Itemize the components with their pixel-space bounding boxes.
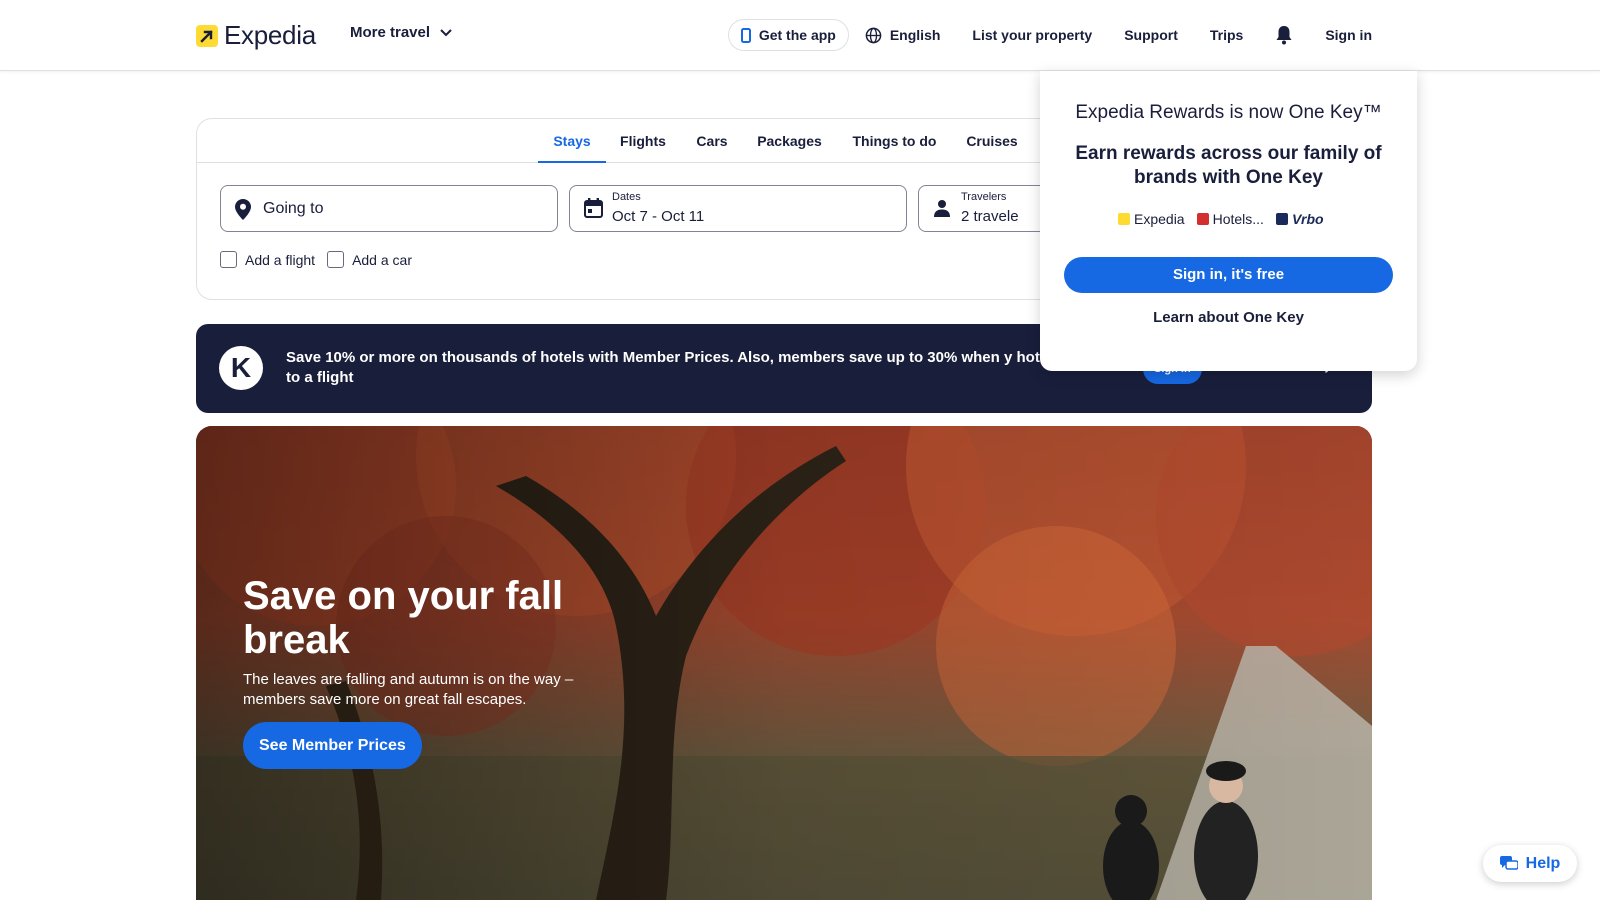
trips-link[interactable]: Trips <box>1210 27 1243 43</box>
get-app-button[interactable]: Get the app <box>727 19 849 51</box>
top-header: Expedia More travel Get the app English … <box>0 0 1600 71</box>
vrbo-brand-icon <box>1275 213 1288 225</box>
travelers-value: 2 travele <box>961 208 1019 225</box>
popup-sign-in-button[interactable]: Sign in, it's free <box>1064 257 1393 293</box>
hotels-brand-icon <box>1196 213 1209 225</box>
header-nav: Get the app English List your property S… <box>727 19 1372 51</box>
language-label: English <box>889 27 941 43</box>
add-ons: Add a flight Add a car <box>220 251 424 268</box>
more-travel-menu[interactable]: More travel <box>350 24 452 41</box>
calendar-icon <box>584 198 603 218</box>
more-travel-label: More travel <box>350 24 431 41</box>
dates-field[interactable]: Dates Oct 7 - Oct 11 <box>569 185 907 232</box>
brand-name: Expedia <box>224 20 316 50</box>
sign-in-link[interactable]: Sign in <box>1325 27 1372 43</box>
brand-logos: Expedia Hotels... Vrbo <box>1118 211 1324 227</box>
expedia-logo[interactable]: Expedia <box>196 20 316 51</box>
add-flight-label: Add a flight <box>245 251 316 268</box>
hero-section: Save on your fall break The leaves are f… <box>196 426 1372 900</box>
chat-bubbles-icon <box>1499 856 1518 870</box>
checkbox-box <box>220 251 237 268</box>
notifications-bell[interactable] <box>1275 25 1293 45</box>
travelers-label: Travelers <box>961 191 1007 203</box>
hero-subtitle: The leaves are falling and autumn is on … <box>243 671 574 708</box>
one-key-logo-icon: K <box>219 346 263 390</box>
brand-hotels-label: Hotels... <box>1212 211 1264 227</box>
checkbox-box <box>327 251 345 268</box>
popup-learn-link[interactable]: Learn about One Key <box>1040 309 1417 326</box>
tab-things-to-do[interactable]: Things to do <box>847 119 942 163</box>
dates-label: Dates <box>612 191 641 203</box>
chevron-down-icon <box>440 28 452 36</box>
popup-subtitle: Earn rewards across our family of brands… <box>1075 143 1382 188</box>
hero-title: Save on your fall break <box>243 574 564 662</box>
brand-hotels: Hotels... <box>1196 211 1264 227</box>
tab-stays[interactable]: Stays <box>538 119 606 163</box>
support-link[interactable]: Support <box>1124 27 1178 43</box>
going-to-field[interactable]: Going to <box>220 185 558 232</box>
brand-expedia: Expedia <box>1118 211 1185 227</box>
tab-packages[interactable]: Packages <box>752 119 827 163</box>
bell-icon <box>1276 26 1292 45</box>
location-pin-icon <box>235 199 251 220</box>
help-label: Help <box>1525 854 1561 872</box>
add-car-label: Add a car <box>352 251 412 268</box>
tab-cars[interactable]: Cars <box>692 119 732 163</box>
one-key-popup: Expedia Rewards is now One Key™ Earn rew… <box>1040 71 1417 371</box>
list-property-link[interactable]: List your property <box>972 27 1092 43</box>
tab-flights[interactable]: Flights <box>615 119 671 163</box>
brand-vrbo-label: Vrbo <box>1291 211 1324 227</box>
add-flight-checkbox[interactable]: Add a flight <box>220 251 315 268</box>
brand-expedia-label: Expedia <box>1134 211 1185 227</box>
person-icon <box>934 200 950 217</box>
globe-icon <box>865 27 882 43</box>
brand-vrbo: Vrbo <box>1275 211 1324 227</box>
see-member-prices-button[interactable]: See Member Prices <box>243 722 422 769</box>
autumn-scene-image <box>196 426 1372 900</box>
going-to-placeholder: Going to <box>263 200 324 217</box>
language-selector[interactable]: English <box>865 27 941 44</box>
expedia-arrow-icon <box>196 24 218 47</box>
banner-text: Save 10% or more on thousands of hotels … <box>286 349 1053 386</box>
phone-icon <box>740 27 751 43</box>
tab-cruises[interactable]: Cruises <box>962 119 1022 163</box>
one-key-logo-letter: K <box>230 352 252 383</box>
add-car-checkbox[interactable]: Add a car <box>327 251 412 268</box>
help-button[interactable]: Help <box>1483 845 1577 882</box>
expedia-brand-icon <box>1118 213 1130 225</box>
get-app-label: Get the app <box>758 27 836 43</box>
popup-title: Expedia Rewards is now One Key™ <box>1075 102 1382 123</box>
dates-value: Oct 7 - Oct 11 <box>612 208 705 225</box>
